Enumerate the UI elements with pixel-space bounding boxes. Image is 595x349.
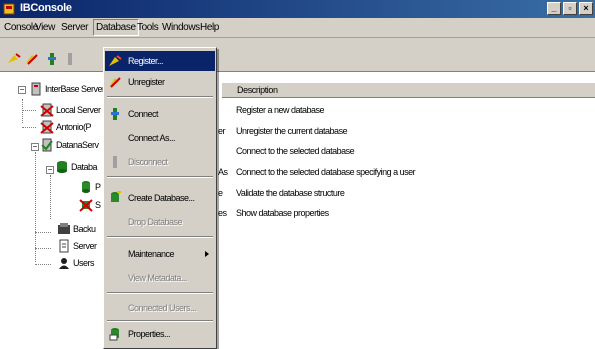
menu-separator (107, 292, 213, 294)
tree-node[interactable]: Server (57, 239, 97, 253)
tree-node[interactable]: P (79, 180, 101, 194)
databases-icon (57, 161, 67, 173)
tree-node[interactable]: Databa (55, 160, 98, 174)
menu-help[interactable]: Help (200, 22, 219, 33)
maximize-button[interactable]: ▫ (563, 2, 577, 15)
tree-node-label: P (95, 182, 101, 192)
menu-console[interactable]: Console (4, 22, 38, 33)
tree-node[interactable]: Antonio(P (40, 120, 92, 134)
server-log-icon (59, 239, 69, 253)
title-bar[interactable]: IBConsole _ ▫ × (0, 0, 595, 18)
maximize-icon: ▫ (568, 3, 572, 13)
menu-database[interactable]: Database (93, 19, 139, 36)
menu-item-maintenance[interactable]: Maintenance (105, 244, 215, 264)
submenu-arrow-icon (205, 251, 209, 257)
tree-node-label: Antonio(P (56, 122, 92, 132)
properties-icon (109, 328, 119, 341)
menu-bar: Console View Server Database Tools Windo… (0, 18, 595, 38)
database-disconnected-icon (79, 199, 93, 212)
main-pane: − − − InterBase Servers Local Server Ant… (0, 72, 595, 349)
menu-view[interactable]: View (35, 22, 55, 33)
tree-node[interactable]: Backu (57, 222, 96, 236)
toolbar-register-button[interactable] (6, 51, 22, 67)
minimize-icon: _ (551, 3, 557, 13)
create-database-icon (111, 191, 121, 202)
tree-node[interactable]: S (79, 198, 101, 212)
menu-item-drop-database[interactable]: Drop Database (105, 212, 215, 232)
column-description[interactable]: Description (237, 85, 278, 95)
toolbar-disconnect-button[interactable] (62, 51, 78, 67)
tree-node-label: Backu (73, 224, 96, 234)
server-disconnected-icon (40, 120, 54, 134)
ibconsole-app-icon (3, 3, 15, 15)
tree-node-label: DatanaServ (56, 140, 99, 150)
menu-item-connect[interactable]: Connect (105, 104, 215, 124)
menu-tools[interactable]: Tools (137, 22, 159, 33)
tree-node[interactable]: Local Server (40, 103, 101, 117)
list-item[interactable]: Show database properties (236, 208, 329, 218)
menu-server[interactable]: Server (61, 22, 88, 33)
tree-node[interactable]: InterBase Servers (29, 82, 109, 96)
tree-node-label: InterBase Servers (45, 84, 109, 94)
server-connected-icon (41, 138, 53, 152)
list-item-action[interactable]: e (218, 188, 223, 198)
list-item-action[interactable]: As (218, 167, 228, 177)
menu-separator (107, 236, 213, 238)
connect-icon (111, 108, 119, 120)
list-item[interactable]: Connect to the selected database (236, 146, 355, 156)
servers-icon (31, 82, 41, 96)
tree-node-label: Databa (71, 162, 98, 172)
menu-item-disconnect[interactable]: Disconnect (105, 152, 215, 172)
list-item[interactable]: Connect to the selected database specify… (236, 167, 416, 177)
list-header: Description (222, 82, 595, 98)
toolbar-unregister-button[interactable] (24, 51, 40, 67)
menu-separator (107, 96, 213, 98)
minimize-button[interactable]: _ (547, 2, 561, 15)
server-disconnected-icon (40, 103, 54, 117)
menu-item-register[interactable]: Register... (105, 51, 215, 71)
menu-windows[interactable]: Windows (162, 22, 200, 33)
users-icon (59, 258, 69, 269)
disconnect-icon (113, 156, 117, 168)
tree-node-label: Server (73, 241, 97, 251)
menu-item-create-database[interactable]: Create Database... (105, 188, 215, 208)
tree-expander[interactable]: − (18, 86, 26, 94)
backup-icon (58, 223, 70, 234)
list-item[interactable]: Validate the database structure (236, 188, 345, 198)
tree-expander[interactable]: − (46, 166, 54, 174)
register-icon (109, 55, 122, 66)
database-menu: Register... Unregister Connect Connect A… (103, 47, 217, 349)
list-item-action[interactable]: er (218, 126, 226, 136)
tree-expander[interactable]: − (31, 143, 39, 151)
window-title: IBConsole (20, 2, 72, 14)
tree-node-label: Local Server (56, 105, 101, 115)
list-item[interactable]: Register a new database (236, 105, 325, 115)
toolbar (0, 38, 595, 72)
toolbar-connect-button[interactable] (44, 51, 60, 67)
close-button[interactable]: × (579, 2, 593, 15)
menu-item-view-metadata[interactable]: View Metadata... (105, 268, 215, 288)
list-item-action[interactable]: es (218, 208, 227, 218)
menu-separator (107, 320, 213, 322)
unregister-icon (109, 77, 121, 88)
list-item[interactable]: Unregister the current database (236, 126, 348, 136)
menu-item-connect-as[interactable]: Connect As... (105, 128, 215, 148)
close-icon: × (583, 3, 589, 13)
menu-item-properties[interactable]: Properties... (105, 324, 215, 344)
tree-node[interactable]: DatanaServ (40, 138, 99, 152)
menu-item-unregister[interactable]: Unregister (105, 72, 215, 92)
tree-node[interactable]: Users (57, 256, 95, 270)
menu-item-connected-users[interactable]: Connected Users... (105, 298, 215, 318)
menu-separator (107, 176, 213, 178)
tree-node-label: Users (73, 258, 95, 268)
tree-node-label: S (95, 200, 101, 210)
database-icon (82, 181, 90, 193)
